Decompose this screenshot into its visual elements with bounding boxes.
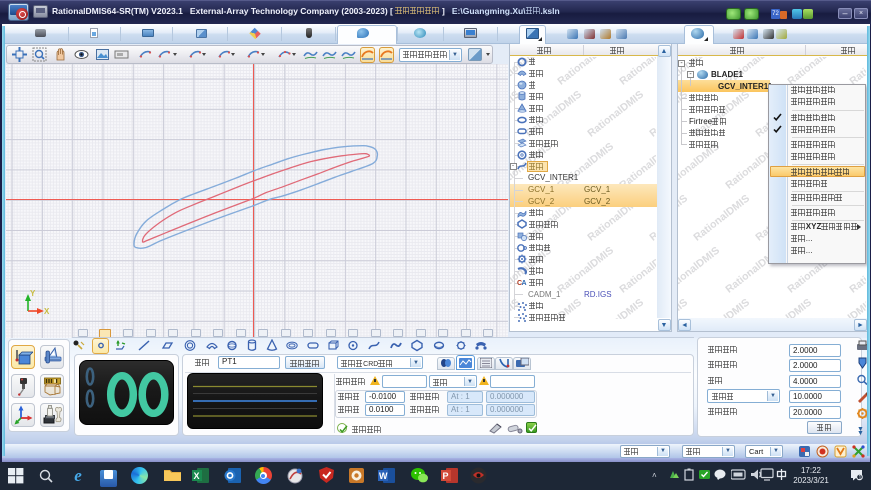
svg-text:Y: Y [30,289,36,298]
svg-text:A: A [522,280,527,287]
svg-text:W: W [379,471,388,481]
svg-text:X: X [44,307,50,316]
svg-text:P: P [442,471,448,481]
svg-text:X: X [193,471,199,481]
